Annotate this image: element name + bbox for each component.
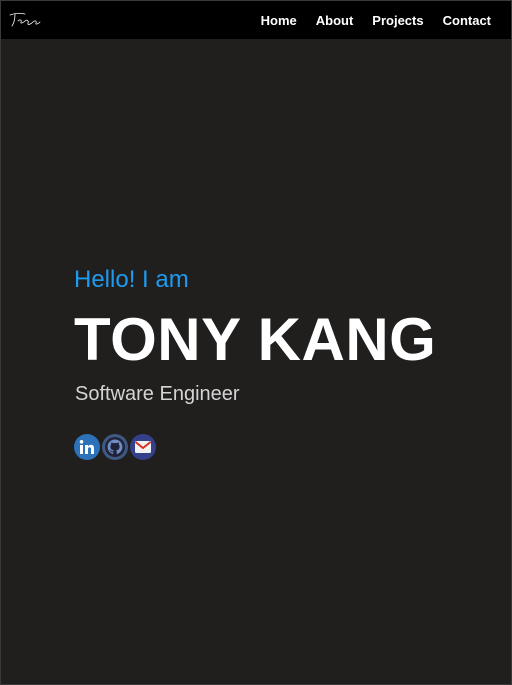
github-icon[interactable]	[102, 434, 128, 460]
nav-links: Home About Projects Contact	[242, 1, 491, 39]
email-icon[interactable]	[130, 434, 156, 460]
hero-section: Hello! I am TONY KANG Software Engineer	[74, 264, 436, 460]
role-subtitle: Software Engineer	[75, 383, 240, 405]
nav-link-home[interactable]: Home	[261, 13, 297, 28]
page-title: TONY KANG	[74, 306, 437, 373]
nav-link-projects[interactable]: Projects	[372, 13, 423, 28]
nav-link-contact[interactable]: Contact	[443, 13, 491, 28]
greeting: Hello! I am	[74, 266, 189, 293]
page: Home About Projects Contact Hello! I am …	[0, 0, 512, 685]
linkedin-icon[interactable]	[74, 434, 100, 460]
signature-logo[interactable]	[7, 9, 43, 31]
social-links	[74, 434, 436, 460]
nav-link-about[interactable]: About	[316, 13, 354, 28]
navbar: Home About Projects Contact	[1, 1, 511, 39]
